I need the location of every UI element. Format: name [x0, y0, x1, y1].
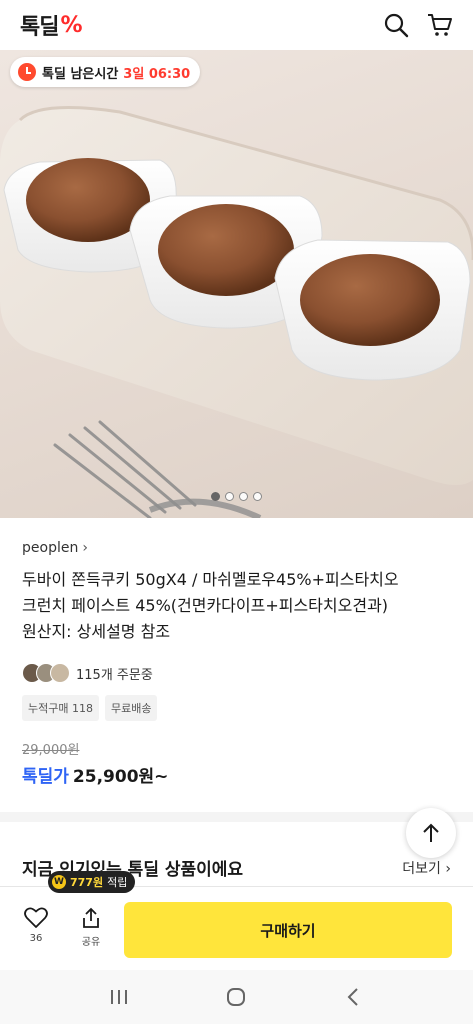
top-header: 톡딜 %	[0, 0, 473, 50]
product-image-carousel[interactable]: 톡딜 남은시간 3일 06:30	[0, 50, 473, 518]
carousel-dot[interactable]	[211, 492, 220, 501]
carousel-indicator	[0, 492, 473, 501]
carousel-dot[interactable]	[253, 492, 262, 501]
buyer-avatars	[22, 663, 70, 683]
title-line: 두바이 쫀득쿠키 50gX4 / 마쉬멜로우45%+피스타치오	[22, 570, 399, 589]
chevron-right-icon: ›	[82, 540, 88, 556]
timer-label: 톡딜 남은시간	[42, 66, 119, 82]
timer-value: 3일 06:30	[123, 66, 191, 82]
like-count: 36	[29, 933, 43, 944]
deal-timer-badge: 톡딜 남은시간 3일 06:30	[10, 57, 201, 87]
system-navigation-bar	[0, 970, 473, 1024]
seller-link[interactable]: peoplen ›	[22, 540, 452, 556]
section-divider	[0, 812, 473, 822]
product-tags: 누적구매 118 무료배송	[22, 695, 452, 721]
deal-price-label: 톡딜가	[22, 767, 69, 787]
points-amount: 777원	[70, 876, 104, 889]
orders-count: 115개 주문중	[76, 667, 153, 683]
cart-icon[interactable]	[427, 12, 453, 38]
home-icon[interactable]	[225, 986, 247, 1008]
product-title: 두바이 쫀득쿠키 50gX4 / 마쉬멜로우45%+피스타치오 크런치 페이스트…	[22, 567, 452, 645]
heart-icon	[24, 907, 48, 928]
product-info: peoplen › 두바이 쫀득쿠키 50gX4 / 마쉬멜로우45%+피스타치…	[22, 540, 452, 787]
arrow-up-icon	[423, 823, 439, 842]
tag-free-shipping: 무료배송	[104, 695, 158, 721]
more-label: 더보기	[402, 861, 441, 877]
buy-button[interactable]: 구매하기	[124, 902, 452, 958]
chevron-right-icon: ›	[445, 861, 451, 877]
points-reward-badge: W 777원 적립	[48, 871, 136, 893]
title-line: 크런치 페이스트 45%(건면카다이프+피스타치오견과)	[22, 596, 389, 615]
back-icon[interactable]	[343, 986, 365, 1008]
title-line: 원산지: 상세설명 참조	[22, 622, 171, 641]
avatar	[50, 663, 70, 683]
logo-text: 톡딜	[20, 15, 59, 40]
deal-price: 25,900원~	[72, 767, 169, 787]
seller-name: peoplen	[22, 540, 79, 556]
page: 톡딜 % 톡딜 남은시간 3일 06:30 peoplen › 두바이 쫀득쿠키…	[0, 0, 473, 1024]
ordering-now: 115개 주문중	[22, 663, 452, 683]
coin-icon: W	[52, 875, 66, 889]
share-button[interactable]: 공유	[80, 907, 102, 948]
tag-cumulative-purchase: 누적구매 118	[22, 695, 99, 721]
deal-price-row: 톡딜가 25,900원~	[22, 762, 452, 787]
buy-label: 구매하기	[260, 921, 316, 940]
clock-icon	[18, 63, 36, 81]
more-link[interactable]: 더보기 ›	[402, 858, 451, 878]
bottom-action-bar: 36 공유 구매하기	[0, 886, 473, 970]
scroll-to-top-button[interactable]	[406, 808, 456, 858]
share-icon	[83, 907, 99, 928]
share-label: 공유	[81, 937, 101, 948]
talkdeal-logo[interactable]: 톡딜 %	[20, 9, 83, 41]
recent-apps-icon[interactable]	[108, 987, 130, 1007]
carousel-dot[interactable]	[225, 492, 234, 501]
logo-mark: %	[60, 12, 82, 38]
product-photo	[0, 106, 473, 518]
points-label: 적립	[107, 876, 128, 889]
like-button[interactable]: 36	[24, 907, 48, 944]
original-price: 29,000원	[22, 743, 80, 758]
search-icon[interactable]	[383, 12, 409, 38]
carousel-dot[interactable]	[239, 492, 248, 501]
